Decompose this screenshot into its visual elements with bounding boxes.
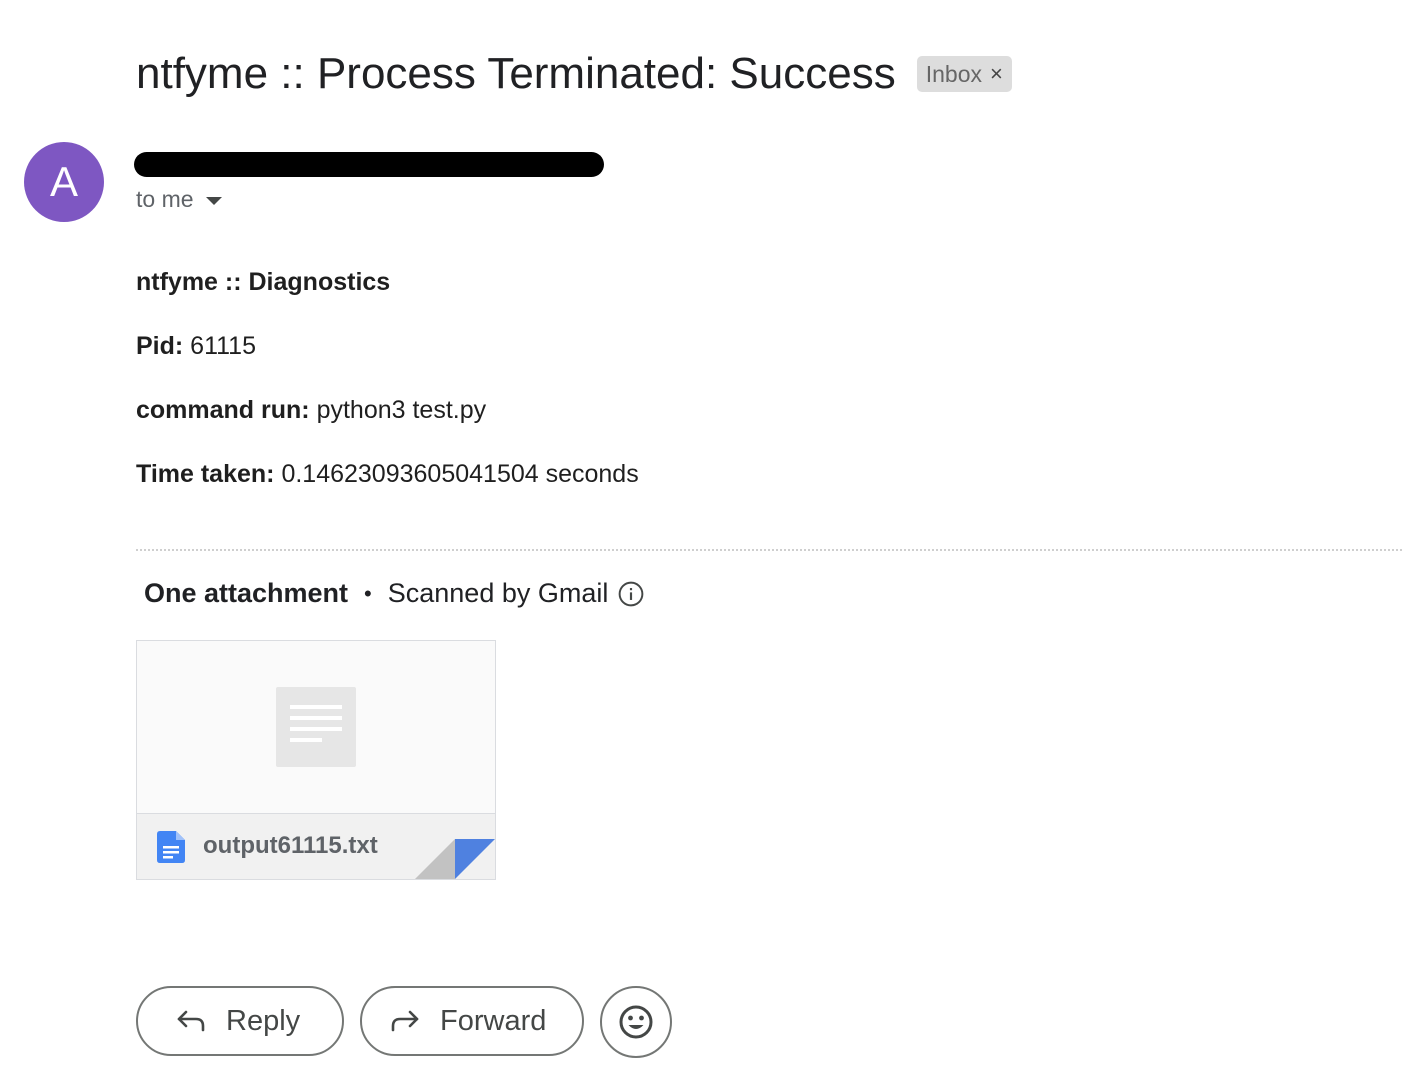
pid-value: 61115 (190, 332, 256, 360)
attachments-header: One attachment • Scanned by Gmail (144, 578, 644, 609)
sender-name-redacted (134, 152, 604, 177)
header-separator: • (364, 580, 372, 606)
diagnostics-heading: ntfyme :: Diagnostics (136, 268, 391, 296)
file-type-corner-icon (415, 839, 495, 879)
recipient-details-toggle[interactable]: to me (136, 186, 222, 213)
time-value: 0.14623093605041504 seconds (281, 460, 639, 488)
time-label: Time taken: (136, 460, 275, 488)
pid-label: Pid: (136, 332, 184, 360)
chevron-down-icon (205, 196, 222, 205)
reply-icon (177, 1010, 205, 1032)
command-line: command run: python3 test.py (136, 396, 486, 425)
pid-line: Pid: 61115 (136, 332, 256, 361)
attachment-card[interactable]: output61115.txt (136, 640, 496, 880)
attachment-count: One attachment (144, 578, 349, 608)
forward-label: Forward (440, 1004, 547, 1037)
inbox-label-chip[interactable]: Inbox × (916, 56, 1012, 92)
google-docs-icon (157, 831, 185, 863)
forward-button[interactable]: Forward (360, 986, 584, 1056)
label-chip-text: Inbox (925, 60, 982, 87)
emoji-reaction-button[interactable] (600, 986, 672, 1058)
attachments-divider (136, 549, 1402, 551)
attachment-preview (137, 641, 495, 813)
subject-row: ntfyme :: Process Terminated: Success In… (136, 46, 1012, 102)
remove-label-icon[interactable]: × (990, 61, 1003, 87)
smiley-icon (619, 1005, 653, 1039)
body-heading: ntfyme :: Diagnostics (136, 268, 390, 297)
document-thumbnail-icon (276, 687, 356, 767)
time-line: Time taken: 0.14623093605041504 seconds (136, 460, 639, 489)
reply-label: Reply (226, 1004, 301, 1037)
command-label: command run: (136, 396, 310, 424)
forward-icon (391, 1010, 419, 1032)
recipient-text: to me (136, 186, 194, 212)
info-icon[interactable] (618, 581, 644, 607)
attachment-filename: output61115.txt (203, 832, 378, 859)
email-subject: ntfyme :: Process Terminated: Success (136, 49, 896, 98)
command-value: python3 test.py (316, 396, 487, 424)
sender-avatar[interactable]: A (24, 142, 104, 222)
scan-status: Scanned by Gmail (387, 578, 609, 608)
reply-button[interactable]: Reply (136, 986, 344, 1056)
